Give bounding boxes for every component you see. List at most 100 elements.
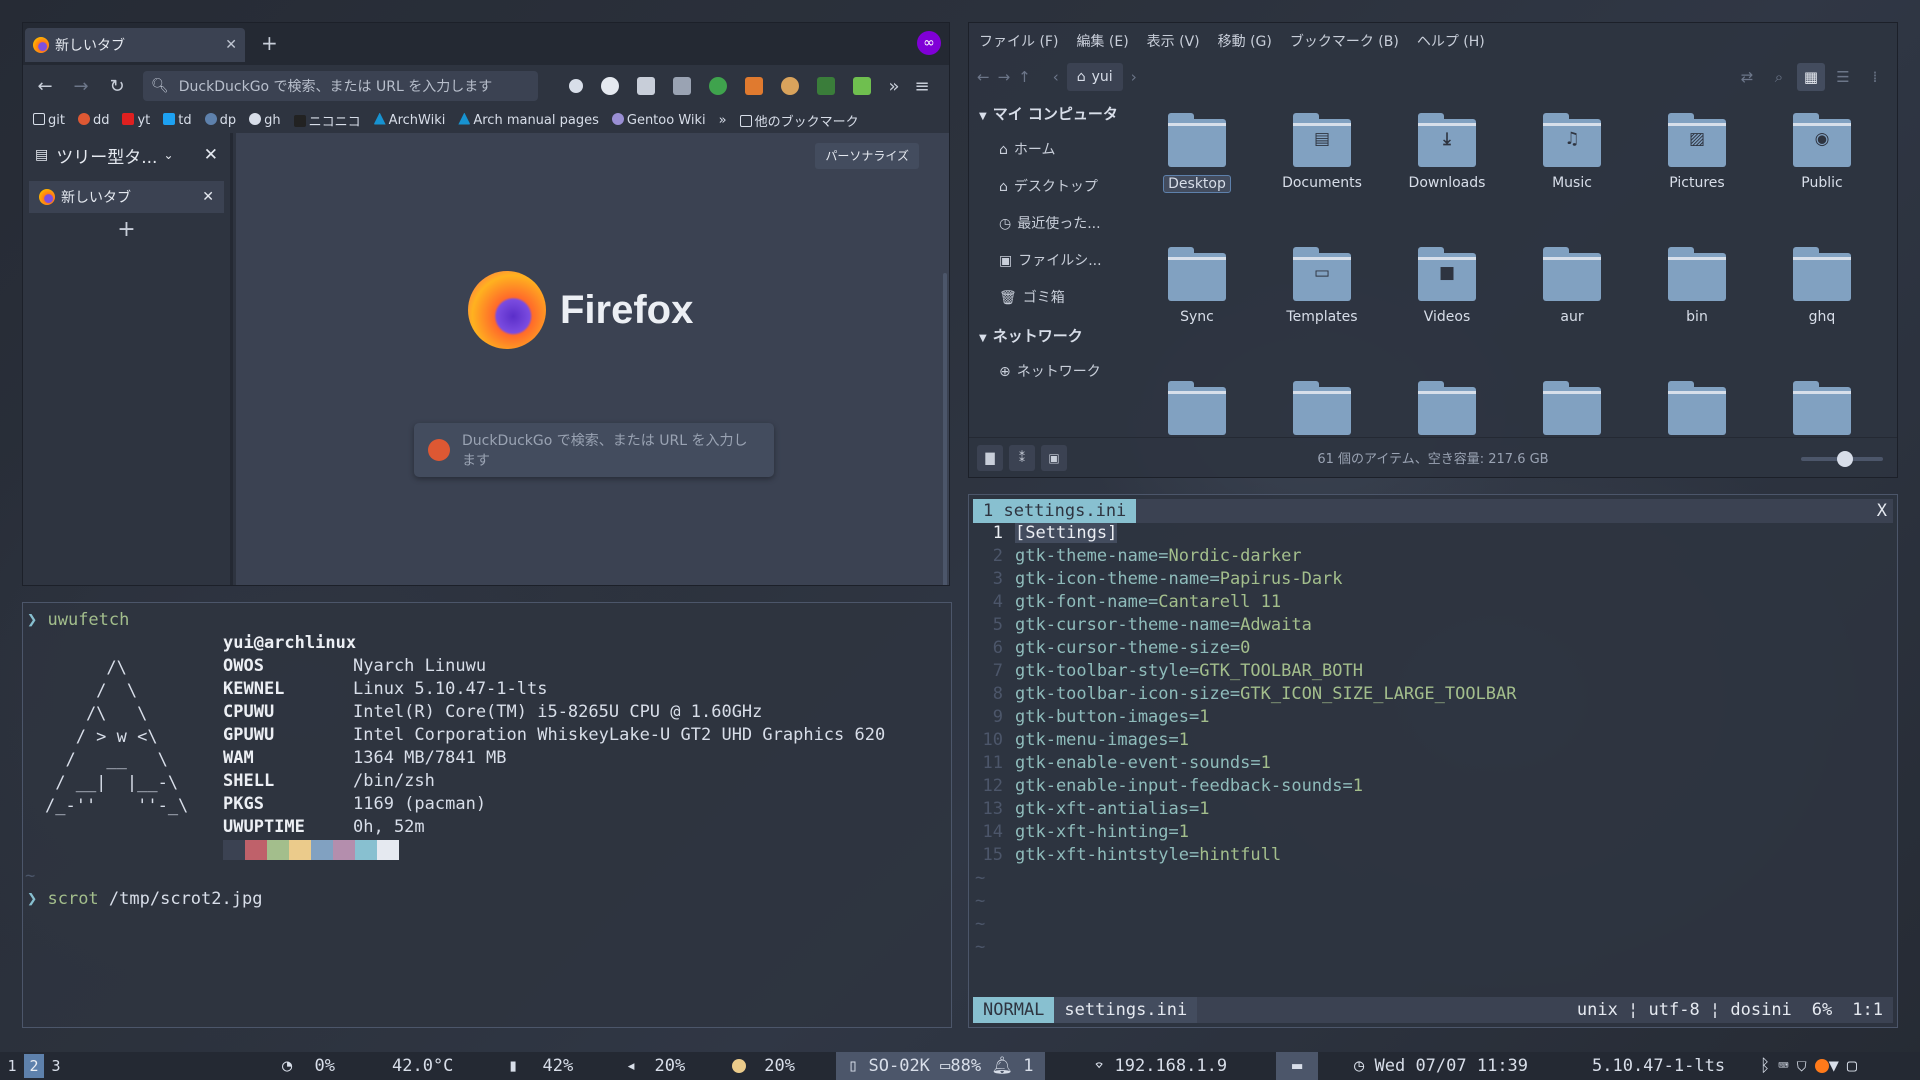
up-button[interactable]: ↑ xyxy=(1018,68,1031,86)
close-sidebar-icon[interactable]: ✕ xyxy=(204,145,218,165)
folder-item[interactable]: Sync xyxy=(1147,241,1247,361)
workspace-2[interactable]: 2 xyxy=(24,1054,44,1078)
toggle-location-icon[interactable]: ⇄ xyxy=(1733,63,1761,91)
search-icon[interactable]: ⌕ xyxy=(1765,63,1793,91)
zoom-slider[interactable] xyxy=(1801,451,1883,467)
workspace-3[interactable]: 3 xyxy=(46,1054,66,1078)
vim-window[interactable]: 1 settings.ini X 1 [Settings] 2 gtk-theme-n… xyxy=(968,494,1898,1028)
reader-icon[interactable] xyxy=(637,77,655,95)
sidebar-item[interactable]: ▣ ファイルシ... xyxy=(969,243,1141,280)
sidebar-section[interactable]: ▼ マイ コンピュータ xyxy=(969,95,1141,132)
extension-green-icon[interactable] xyxy=(709,77,727,95)
sidebar-section[interactable]: ▼ ネットワーク xyxy=(969,317,1141,354)
folder-item[interactable] xyxy=(1522,375,1622,437)
compact-view-icon[interactable]: ⁞ xyxy=(1861,63,1889,91)
reload-button[interactable]: ↻ xyxy=(103,76,131,97)
close-tab-button[interactable]: X xyxy=(1877,499,1887,523)
folder-item[interactable]: ▨ Pictures xyxy=(1647,107,1747,227)
menu-item[interactable]: ヘルプ (H) xyxy=(1417,31,1485,51)
menu-item[interactable]: 表示 (V) xyxy=(1147,31,1200,51)
menu-item[interactable]: 移動 (G) xyxy=(1218,31,1272,51)
url-bar[interactable]: 🔍︎ DuckDuckGo で検索、または URL を入力します xyxy=(143,71,538,101)
next-crumb-button[interactable]: › xyxy=(1131,68,1137,86)
bookmark-dp[interactable]: dp xyxy=(204,112,236,128)
close-icon[interactable]: ✕ xyxy=(202,189,214,205)
forward-button[interactable]: → xyxy=(67,76,95,97)
folder-item[interactable]: ■ Videos xyxy=(1397,241,1497,361)
scrollbar[interactable] xyxy=(943,273,947,585)
new-tab-button[interactable]: + xyxy=(261,31,278,55)
terminal-window[interactable]: ❯ uwufetch /\ / \ /\ \ / > w <\ / __ \ /… xyxy=(22,602,952,1028)
browser-tab[interactable]: 新しいタブ ✕ xyxy=(25,28,245,62)
sidebar-tab-item[interactable]: 新しいタブ ✕ xyxy=(29,181,224,213)
folder-item[interactable]: ghq xyxy=(1772,241,1872,361)
volume-level[interactable]: 20% xyxy=(655,1056,686,1076)
bookmark-gh[interactable]: gh xyxy=(249,112,281,128)
sidebar-item[interactable]: 🗑︎ ゴミ箱 xyxy=(969,280,1141,317)
extension-orange-icon[interactable] xyxy=(745,77,763,95)
keyboard-icon[interactable]: ⌨ xyxy=(1778,1056,1796,1076)
icon-view-icon[interactable]: ▦ xyxy=(1797,63,1825,91)
sidebar-item[interactable]: ⌂ ホーム xyxy=(969,132,1141,169)
bookmark-dd[interactable]: dd xyxy=(77,112,109,128)
folder-item[interactable]: ◉ Public xyxy=(1772,107,1872,227)
folder-item[interactable]: ▭ Templates xyxy=(1272,241,1372,361)
places-toggle-icon[interactable]: ▇ xyxy=(977,444,1003,471)
list-view-icon[interactable]: ☰ xyxy=(1829,63,1857,91)
extension-box-icon[interactable] xyxy=(853,77,871,95)
extension-icon[interactable] xyxy=(673,77,691,95)
shield-icon[interactable]: ⛉ xyxy=(1796,1056,1814,1076)
folder-item[interactable]: ♫ Music xyxy=(1522,107,1622,227)
overflow-icon[interactable]: » xyxy=(880,76,908,97)
bookmark-other[interactable]: 他のブックマーク xyxy=(739,111,859,130)
personalize-button[interactable]: パーソナライズ xyxy=(815,143,919,169)
tree-toggle-icon[interactable]: ⁑ xyxy=(1009,444,1035,471)
back-button[interactable]: ← xyxy=(977,68,990,86)
folder-item[interactable]: bin xyxy=(1647,241,1747,361)
bookmark-niconico[interactable]: ニコニコ xyxy=(293,111,361,130)
pocket-icon[interactable] xyxy=(569,79,583,93)
folder-item[interactable] xyxy=(1272,375,1372,437)
extension-coin-icon[interactable] xyxy=(781,77,799,95)
folder-item[interactable]: ⤓ Downloads xyxy=(1397,107,1497,227)
workspace-1[interactable]: 1 xyxy=(2,1054,22,1078)
bookmark-td[interactable]: td xyxy=(163,112,192,128)
folder-item[interactable]: aur xyxy=(1522,241,1622,361)
add-tab-button[interactable]: + xyxy=(23,217,230,242)
folder-item[interactable] xyxy=(1147,375,1247,437)
folder-item[interactable] xyxy=(1772,375,1872,437)
menu-icon[interactable]: ≡ xyxy=(908,76,936,97)
translate-icon[interactable] xyxy=(601,77,619,95)
vim-tab[interactable]: 1 settings.ini xyxy=(973,499,1137,523)
bookmark-archwiki[interactable]: ArchWiki xyxy=(373,112,445,128)
window-tray-icon[interactable]: ▢ xyxy=(1847,1056,1865,1076)
search-box[interactable]: DuckDuckGo で検索、または URL を入力します xyxy=(414,423,774,477)
bookmarks-overflow-icon[interactable]: » xyxy=(719,113,727,128)
folder-item[interactable]: ▤ Documents xyxy=(1272,107,1372,227)
folder-item[interactable] xyxy=(1397,375,1497,437)
folder-item[interactable] xyxy=(1647,375,1747,437)
sidebar-title[interactable]: ツリー型タ... xyxy=(56,143,157,168)
close-tab-icon[interactable]: ✕ xyxy=(225,37,237,53)
chevron-down-icon[interactable]: ⌄ xyxy=(163,148,173,162)
network-tray-icon[interactable]: ▼ xyxy=(1829,1056,1847,1076)
back-button[interactable]: ← xyxy=(31,76,59,97)
firefox-tray-icon[interactable] xyxy=(1814,1059,1829,1073)
terminal-toggle-icon[interactable]: ▣ xyxy=(1041,444,1067,471)
extension-eh-icon[interactable] xyxy=(817,77,835,95)
menu-item[interactable]: 編集 (E) xyxy=(1076,31,1128,51)
volume-icon[interactable]: ◂ xyxy=(626,1056,636,1076)
sidebar-item[interactable]: ⊕ ネットワーク xyxy=(969,354,1141,391)
folder-item[interactable]: Desktop xyxy=(1147,107,1247,227)
prev-crumb-button[interactable]: ‹ xyxy=(1053,68,1059,86)
bookmark-arch-manual[interactable]: Arch manual pages xyxy=(458,112,599,128)
breadcrumb[interactable]: ⌂ yui xyxy=(1066,63,1123,91)
sidebar-item[interactable]: ⌂ デスクトップ xyxy=(969,169,1141,206)
menu-item[interactable]: ブックマーク (B) xyxy=(1290,31,1399,51)
bookmark-yt[interactable]: yt xyxy=(122,112,150,128)
sidebar-item[interactable]: ◷ 最近使った... xyxy=(969,206,1141,243)
bookmark-gentoo-wiki[interactable]: Gentoo Wiki xyxy=(611,112,706,128)
bluetooth-icon[interactable]: ᛒ xyxy=(1760,1056,1778,1076)
forward-button[interactable]: → xyxy=(998,68,1011,86)
menu-item[interactable]: ファイル (F) xyxy=(979,31,1058,51)
